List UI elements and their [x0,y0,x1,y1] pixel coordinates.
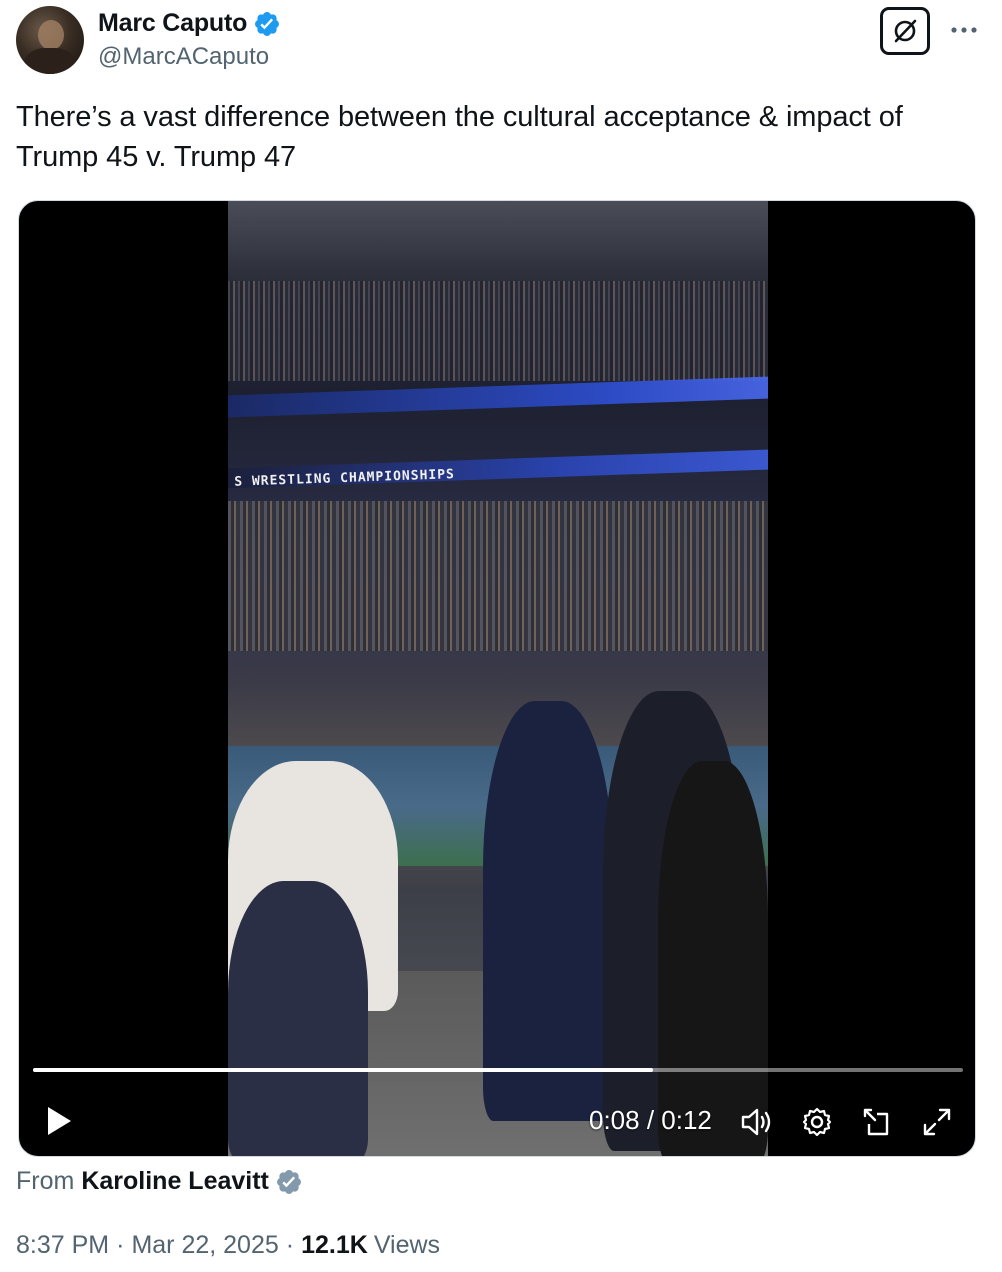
play-button[interactable] [39,1101,79,1141]
avatar-body [24,48,76,74]
grok-button[interactable] [880,7,930,55]
fullscreen-button[interactable] [917,1103,957,1141]
avatar-face [38,20,64,50]
author-handle[interactable]: @MarcACaputo [98,43,269,71]
grok-slash-icon [894,19,917,43]
gray-verified-badge-icon [276,1169,301,1194]
author-display-name[interactable]: Marc Caputo [98,9,247,38]
person-foreground [228,881,368,1156]
pop-out-icon [863,1108,889,1136]
settings-icon [802,1107,832,1137]
arena-ribbon-upper [228,376,768,418]
video-time-display: 0:08 / 0:12 [589,1105,712,1135]
more-options-button[interactable] [946,18,982,42]
meta-separator: · [116,1231,125,1259]
lower-crowd [228,501,768,651]
from-label: From [16,1167,75,1195]
views-count: 12.1K [301,1231,368,1259]
video-frame[interactable]: S WRESTLING CHAMPIONSHIPS [228,201,768,1156]
video-progress-fill [33,1068,654,1072]
play-icon [48,1107,71,1135]
more-dots-icon [951,27,977,33]
meta-separator: · [285,1231,295,1259]
author-name-row[interactable]: Marc Caputo [98,9,281,38]
video-attribution: From Karoline Leavitt [16,1167,303,1196]
upper-crowd [228,281,768,381]
volume-icon [741,1108,771,1136]
volume-button[interactable] [737,1103,777,1141]
pop-out-button[interactable] [857,1103,897,1141]
views-label: Views [373,1231,441,1259]
verified-badge-icon [255,11,280,36]
fullscreen-icon [923,1108,951,1136]
video-progress-bar[interactable] [33,1068,963,1072]
tweet-meta: 8:37 PM · Mar 22, 2025 · 12.1K Views [16,1231,440,1260]
author-avatar[interactable] [16,6,84,74]
person-woman [658,761,768,1156]
source-account-link[interactable]: Karoline Leavitt [81,1167,269,1196]
settings-button[interactable] [797,1103,837,1141]
post-time[interactable]: 8:37 PM [16,1231,109,1260]
video-player[interactable]: S WRESTLING CHAMPIONSHIPS 0:08 / 0:12 [18,200,976,1157]
tweet-text: There’s a vast difference between the cu… [16,101,903,173]
person-wrestler [483,701,613,1121]
post-date[interactable]: Mar 22, 2025 [131,1231,278,1260]
